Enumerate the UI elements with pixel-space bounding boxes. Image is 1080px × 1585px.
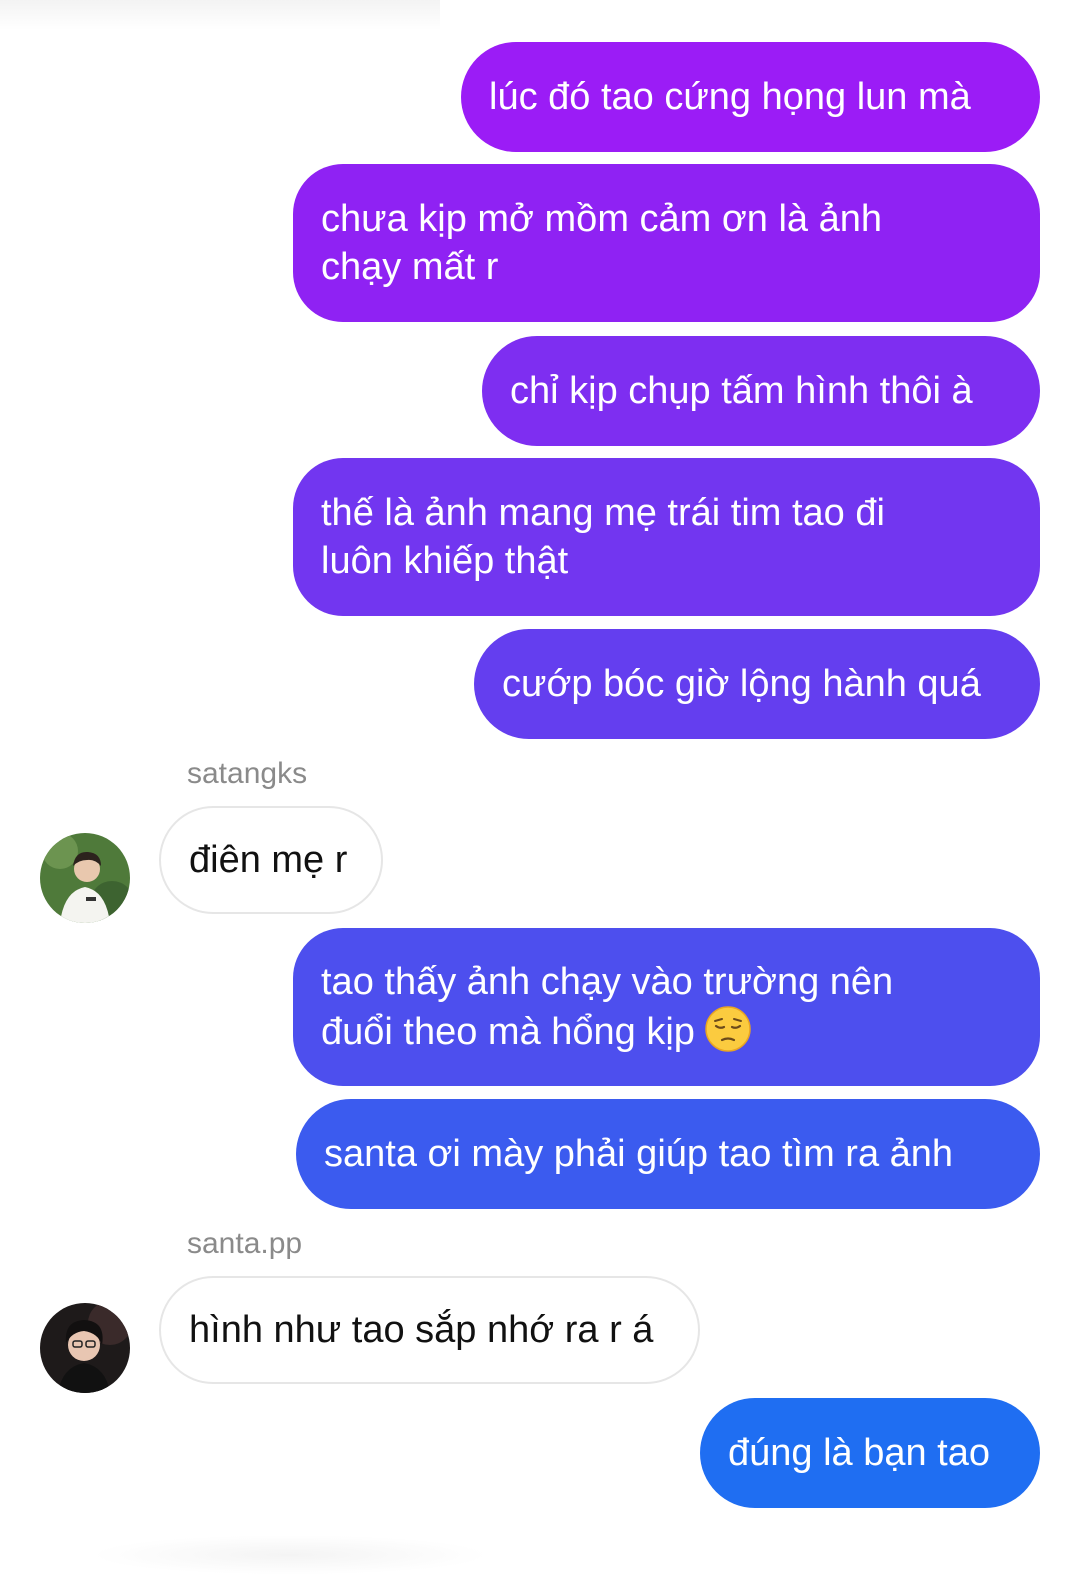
top-fade	[0, 0, 440, 30]
avatar[interactable]	[40, 833, 130, 923]
message-bubble-outgoing[interactable]: chỉ kịp chụp tấm hình thôi à	[482, 336, 1040, 446]
bottom-fade	[90, 1535, 490, 1575]
user-avatar-photo-icon	[40, 833, 130, 923]
message-text: chưa kịp mở mồm cảm ơn là ảnh chạy mất r	[321, 198, 883, 288]
avatar[interactable]	[40, 1303, 130, 1393]
message-text: lúc đó tao cứng họng lun mà	[489, 76, 971, 118]
message-bubble-outgoing[interactable]: thế là ảnh mang mẹ trái tim tao đi luôn …	[293, 458, 1040, 616]
message-text: thế là ảnh mang mẹ trái tim tao đi luôn …	[321, 492, 885, 582]
pensive-face-emoji-icon	[705, 1006, 751, 1052]
message-bubble-incoming[interactable]: hình như tao sắp nhớ ra r á	[159, 1276, 700, 1384]
message-bubble-outgoing[interactable]: lúc đó tao cứng họng lun mà	[461, 42, 1040, 152]
message-text: chỉ kịp chụp tấm hình thôi à	[510, 370, 973, 412]
message-text-content: tao thấy ảnh chạy vào trường nên đuổi th…	[321, 961, 894, 1053]
message-bubble-incoming[interactable]: điên mẹ r	[159, 806, 383, 914]
sender-name: satangks	[187, 757, 308, 790]
chat-thread: lúc đó tao cứng họng lun mà chưa kịp mở …	[0, 0, 1080, 1585]
message-bubble-outgoing[interactable]: chưa kịp mở mồm cảm ơn là ảnh chạy mất r	[293, 164, 1040, 322]
message-text: đúng là bạn tao	[728, 1432, 991, 1474]
message-text: cướp bóc giờ lộng hành quá	[502, 663, 981, 705]
message-bubble-outgoing[interactable]: cướp bóc giờ lộng hành quá	[474, 629, 1040, 739]
message-bubble-outgoing[interactable]: tao thấy ảnh chạy vào trường nên đuổi th…	[293, 928, 1040, 1086]
message-bubble-outgoing[interactable]: đúng là bạn tao	[700, 1398, 1040, 1508]
message-bubble-outgoing[interactable]: santa ơi mày phải giúp tao tìm ra ảnh	[296, 1099, 1040, 1209]
message-text: tao thấy ảnh chạy vào trường nên đuổi th…	[321, 958, 893, 1056]
sender-name: santa.pp	[187, 1227, 303, 1260]
message-text: điên mẹ r	[189, 839, 348, 881]
message-text: santa ơi mày phải giúp tao tìm ra ảnh	[324, 1133, 954, 1175]
message-text: hình như tao sắp nhớ ra r á	[189, 1309, 654, 1351]
user-avatar-photo-icon	[40, 1303, 130, 1393]
